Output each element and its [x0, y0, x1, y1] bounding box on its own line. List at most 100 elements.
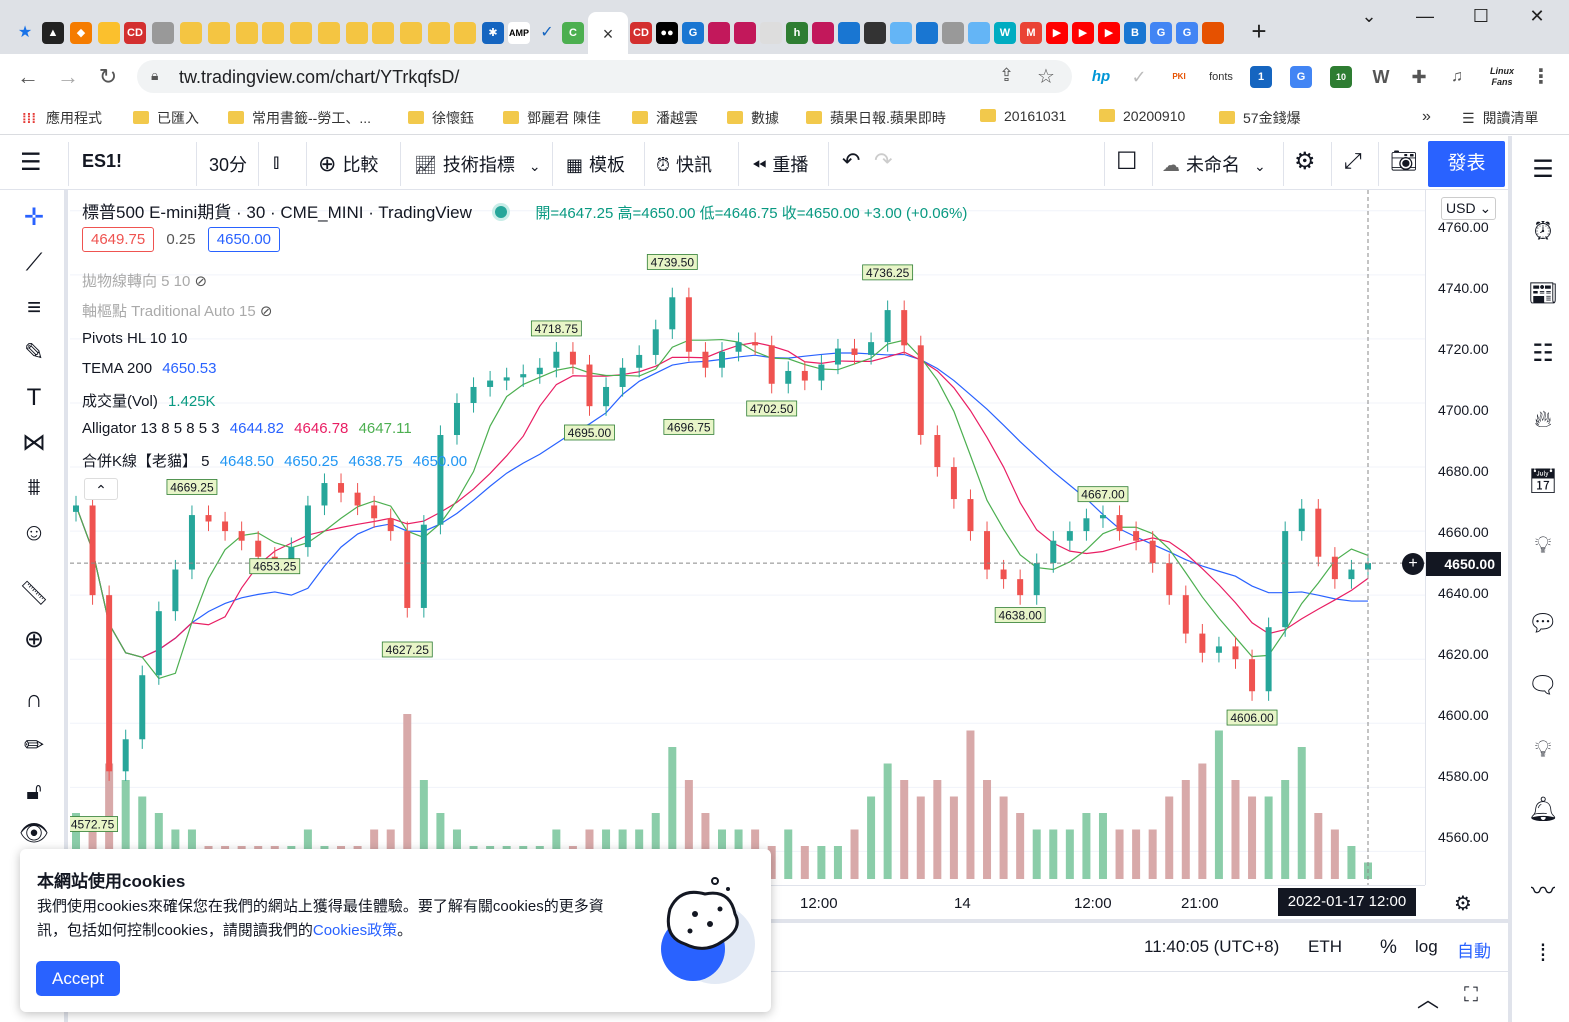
url-text[interactable]: tw.tradingview.com/chart/YTrkqfsD/ [179, 67, 459, 88]
camera-snapshot-icon[interactable]: 📷︎ [1390, 148, 1418, 174]
tab-favicon[interactable]: ▶ [1098, 22, 1120, 44]
compare-button[interactable]: ⊕ 比較 [318, 151, 378, 177]
bookmark-folder[interactable]: 57金錢爆 [1219, 108, 1301, 128]
currency-selector[interactable]: USD ⌄ [1441, 197, 1497, 220]
tab-favicon[interactable] [968, 22, 990, 44]
alert-button[interactable]: ⏰︎ 快訊 [656, 151, 712, 177]
translate-extension-icon[interactable]: G [1290, 66, 1312, 88]
menu-kebab-icon[interactable]: ⋮ [1530, 66, 1552, 88]
magnet-icon[interactable]: ∩ [16, 682, 52, 718]
tab-favicon[interactable]: ▶ [1072, 22, 1094, 44]
tab-favicon[interactable] [838, 22, 860, 44]
tab-favicon[interactable] [152, 22, 174, 44]
tab-favicon[interactable]: B [1124, 22, 1146, 44]
percent-scale-toggle[interactable]: % [1380, 937, 1397, 959]
layout-name[interactable]: ☁︎ 未命名 ⌄ [1162, 151, 1266, 177]
tab-favicon[interactable] [760, 22, 782, 44]
tab-favicon[interactable]: CD [630, 22, 652, 44]
tab-favicon[interactable] [290, 22, 312, 44]
extensions-puzzle-icon[interactable]: ✚ [1408, 66, 1430, 88]
more-bookmarks-icon[interactable]: » [1422, 108, 1431, 126]
tab-favicon[interactable] [236, 22, 258, 44]
auto-scale-toggle[interactable]: 自動 [1457, 937, 1491, 962]
tab-favicon[interactable] [180, 22, 202, 44]
fonts-extension-icon[interactable]: fonts [1206, 66, 1236, 88]
eye-icon[interactable]: 👁︎ [16, 816, 52, 852]
tab-favicon[interactable]: M [1020, 22, 1042, 44]
tab-favicon[interactable] [1202, 22, 1224, 44]
interval-selector[interactable]: 30分 [209, 151, 247, 177]
w-extension-icon[interactable]: W [1370, 66, 1392, 88]
timescale-settings-icon[interactable]: ⚙︎ [1454, 891, 1472, 916]
collapse-legend-button[interactable]: ⌃ [84, 478, 118, 500]
hotlist-fire-icon[interactable]: 🔥︎ [1525, 402, 1561, 438]
tab-favicon[interactable] [372, 22, 394, 44]
bookmark-folder[interactable]: 鄧麗君 陳佳 [503, 108, 601, 128]
bookmark-folder[interactable]: 20161031 [980, 108, 1066, 124]
accept-cookies-button[interactable]: Accept [36, 961, 120, 996]
tab-favicon[interactable] [318, 22, 340, 44]
emoji-icon[interactable]: ☺ [16, 515, 52, 551]
calendar-icon[interactable]: 📅︎ [1525, 464, 1561, 500]
tab-search-icon[interactable]: ⌄ [1354, 6, 1384, 27]
omnibox[interactable]: 🔒︎ tw.tradingview.com/chart/YTrkqfsD/ ⇪ … [137, 60, 1072, 93]
publish-button[interactable]: 發表 [1428, 141, 1505, 187]
crosshair-icon[interactable]: ✛ [16, 200, 52, 236]
pattern-icon[interactable]: ⋈ [16, 425, 52, 461]
candlestick-chart[interactable]: 4572.75 4669.25 4653.25 4627.25 4718.75 4695.… [70, 190, 1425, 885]
tab-favicon[interactable]: CD [124, 22, 146, 44]
bookmark-folder[interactable]: 20200910 [1099, 108, 1185, 124]
notifications-bell-icon[interactable]: 🔔︎ [1525, 792, 1561, 828]
clock[interactable]: 11:40:05 (UTC+8) [1144, 937, 1279, 957]
alerts-clock-icon[interactable]: ⏰︎ [1525, 214, 1561, 250]
hamburger-menu-icon[interactable]: ☰ [20, 148, 42, 177]
tab-favicon[interactable]: G [682, 22, 704, 44]
new-tab-button[interactable]: + [1244, 16, 1274, 47]
bookmark-folder[interactable]: 常用書籤--勞工、... [228, 108, 371, 128]
templates-button[interactable]: ▦ 模板 [566, 151, 625, 177]
streams-icon[interactable]: 💡︎ [1525, 732, 1561, 768]
bookmark-folder[interactable]: 徐懷鈺 [408, 108, 474, 128]
reload-icon[interactable]: ↻ [94, 64, 122, 90]
minimize-icon[interactable]: — [1410, 6, 1440, 27]
trend-line-icon[interactable]: ⟋ [16, 245, 52, 281]
fullscreen-icon[interactable]: ⤢ [1344, 148, 1362, 174]
watchlist-icon[interactable]: ☰ [1525, 152, 1561, 188]
share-icon[interactable]: ⇪ [999, 65, 1014, 86]
bookmark-folder[interactable]: 數據 [727, 108, 779, 128]
maximize-icon[interactable]: ☐ [1466, 6, 1496, 27]
tab-favicon[interactable] [98, 22, 120, 44]
trading-panel-icon[interactable]: 〰 [1525, 874, 1561, 910]
tab-favicon[interactable]: ✱ [482, 22, 504, 44]
tab-favicon[interactable]: W [994, 22, 1016, 44]
chat-bubble-icon[interactable]: 🗨︎ [1525, 668, 1561, 704]
more-dots-icon[interactable]: ⁞ [1525, 936, 1561, 972]
media-control-icon[interactable]: ♫ [1446, 66, 1468, 88]
symbol-search[interactable]: ES1! [82, 151, 122, 172]
tab-favicon[interactable] [428, 22, 450, 44]
redo-icon[interactable]: ↷ [874, 148, 892, 174]
tab-favicon[interactable] [346, 22, 368, 44]
tab-favicon[interactable]: ▲ [42, 22, 64, 44]
bookmark-star-icon[interactable]: ☆ [1037, 64, 1055, 89]
active-tab-close-button[interactable]: × [588, 12, 628, 54]
tab-favicon[interactable] [942, 22, 964, 44]
chart-pane[interactable]: 4572.75 4669.25 4653.25 4627.25 4718.75 4695.… [70, 190, 1425, 885]
tab-favicon[interactable] [454, 22, 476, 44]
indicators-button[interactable]: 📈︎ 技術指標 ⌄ [414, 151, 541, 177]
tab-favicon[interactable] [208, 22, 230, 44]
maximize-panel-icon[interactable]: ⛶ [1464, 984, 1478, 1007]
chart-type-candles-icon[interactable]: ⫾ [273, 151, 279, 174]
forward-icon[interactable]: → [54, 64, 82, 90]
close-window-icon[interactable]: ✕ [1522, 6, 1552, 27]
linuxfans-extension-icon[interactable]: Linux Fans [1482, 66, 1522, 88]
reading-list[interactable]: ☰ 閱讀清單 [1462, 108, 1539, 128]
tab-favicon[interactable]: G [1150, 22, 1172, 44]
tab-favicon[interactable]: h [786, 22, 808, 44]
tab-favicon[interactable] [916, 22, 938, 44]
tab-favicon[interactable] [708, 22, 730, 44]
news-icon[interactable]: 📰︎ [1525, 276, 1561, 312]
chevron-up-icon[interactable]: ︿ [1417, 982, 1439, 1014]
tab-favicon[interactable] [262, 22, 284, 44]
undo-icon[interactable]: ↶ [842, 148, 860, 174]
